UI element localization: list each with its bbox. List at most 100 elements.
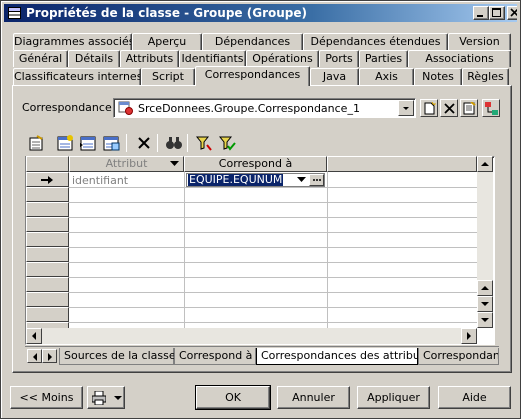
grid-line xyxy=(69,247,477,248)
new-mapping-button[interactable] xyxy=(420,99,438,117)
minimize-button[interactable] xyxy=(473,6,489,20)
ellipsis-icon xyxy=(312,179,321,181)
tab-associated-diagrams[interactable]: Diagrammes associés xyxy=(13,33,132,50)
row-header[interactable] xyxy=(26,307,69,322)
mapping-value: SrceDonnees.Groupe.Correspondance_1 xyxy=(138,102,360,115)
toolbar-separator xyxy=(187,134,188,152)
column-header-empty xyxy=(327,156,477,172)
properties-icon[interactable] xyxy=(27,134,45,152)
tab-extended-dependencies[interactable]: Dépendances étendues xyxy=(303,33,448,50)
scroll-right-button[interactable] xyxy=(461,328,477,344)
tab-operations[interactable]: Opérations xyxy=(246,50,319,67)
subtab-mappings-truncated[interactable]: Correspondanc xyxy=(418,348,499,365)
printer-icon xyxy=(92,391,106,405)
tab-details[interactable]: Détails xyxy=(68,50,120,67)
subtab-maps-to[interactable]: Correspond à xyxy=(174,348,256,365)
tab-identifiers[interactable]: Identifiants xyxy=(179,50,246,67)
row-header[interactable] xyxy=(26,232,69,247)
title-bar: Propriétés de la classe - Groupe (Groupe… xyxy=(4,4,517,22)
class-icon xyxy=(8,7,21,19)
chevron-down-icon[interactable] xyxy=(297,177,306,183)
close-button[interactable] xyxy=(507,6,517,20)
scroll-left-button[interactable] xyxy=(26,328,42,344)
subtab-attribute-mappings[interactable]: Correspondances des attributs xyxy=(256,348,430,365)
subtab-class-sources[interactable]: Sources de la classe xyxy=(59,348,176,365)
tab-ports[interactable]: Ports xyxy=(319,50,359,67)
row-header[interactable] xyxy=(26,292,69,307)
ok-button[interactable]: OK xyxy=(195,385,271,410)
mapping-dropdown-button[interactable] xyxy=(398,100,414,116)
row-header-selected[interactable] xyxy=(26,172,69,187)
arrow-right-icon xyxy=(48,353,52,361)
cancel-button[interactable]: Annuler xyxy=(277,386,350,409)
tab-attributes[interactable]: Attributs xyxy=(120,50,179,67)
row-header[interactable] xyxy=(26,277,69,292)
delete-icon[interactable] xyxy=(135,134,153,152)
insert-row-icon[interactable] xyxy=(79,134,97,152)
column-header-attribute[interactable]: Attribut xyxy=(69,156,184,172)
arrow-right-icon xyxy=(467,332,471,340)
mapping-label: Correspondance : xyxy=(22,101,119,114)
filter-apply-icon[interactable] xyxy=(218,134,236,152)
tab-inner-classifiers[interactable]: Classificateurs internes xyxy=(13,68,141,85)
ellipsis-button[interactable] xyxy=(309,174,324,186)
tab-associations[interactable]: Associations xyxy=(408,50,511,67)
mapping-editor-icon xyxy=(485,102,498,115)
grid-line xyxy=(69,217,477,218)
tab-java[interactable]: Java xyxy=(310,68,359,85)
tab-notes[interactable]: Notes xyxy=(414,68,462,85)
scroll-down-button-secondary[interactable] xyxy=(477,312,493,328)
tab-version[interactable]: Version xyxy=(448,33,511,50)
tab-rules[interactable]: Règles xyxy=(462,68,509,85)
scroll-down-button[interactable] xyxy=(477,296,493,312)
column-header-maps-to[interactable]: Correspond à xyxy=(184,156,327,172)
tab-script[interactable]: Script xyxy=(141,68,195,85)
grid-line xyxy=(69,187,477,188)
help-button[interactable]: Aide xyxy=(438,386,511,409)
chevron-down-icon xyxy=(114,396,122,400)
tab-general[interactable]: Général xyxy=(13,50,68,67)
mapping-select[interactable]: SrceDonnees.Groupe.Correspondance_1 xyxy=(113,98,416,118)
tab-scroll-left[interactable] xyxy=(27,349,42,363)
tab-scroll-right[interactable] xyxy=(42,349,57,363)
grid-body: Attribut Correspond à identifiant EQUIPE… xyxy=(26,156,477,328)
scroll-up-button-secondary[interactable] xyxy=(477,280,493,296)
new-icon xyxy=(424,102,436,115)
delete-mapping-button[interactable] xyxy=(440,99,458,117)
arrow-down-icon xyxy=(481,302,489,306)
apply-button[interactable]: Appliquer xyxy=(357,386,430,409)
tab-row-2: Général Détails Attributs Identifiants O… xyxy=(13,50,511,67)
row-header[interactable] xyxy=(26,217,69,232)
add-attributes-icon[interactable] xyxy=(102,134,120,152)
grid-line xyxy=(69,262,477,263)
tab-preview[interactable]: Aperçu xyxy=(132,33,202,50)
tab-mappings[interactable]: Correspondances xyxy=(195,66,310,86)
arrow-up-icon xyxy=(481,286,489,290)
mapping-properties-button[interactable] xyxy=(460,99,478,117)
tab-dependencies[interactable]: Dépendances xyxy=(202,33,303,50)
scroll-up-button[interactable] xyxy=(477,156,493,172)
filter-icon[interactable] xyxy=(195,134,213,152)
tab-parts[interactable]: Parties xyxy=(359,50,408,67)
cell-maps-to-value: EQUIPE.EQUNUM xyxy=(188,173,284,186)
horizontal-scrollbar[interactable] xyxy=(26,328,477,344)
close-icon xyxy=(510,8,517,17)
tab-row-1: Diagrammes associés Aperçu Dépendances D… xyxy=(13,33,511,50)
row-header[interactable] xyxy=(26,187,69,202)
tab-axis[interactable]: Axis xyxy=(359,68,414,85)
print-menu-button[interactable] xyxy=(87,386,125,409)
cell-maps-to-editor[interactable]: EQUIPE.EQUNUM xyxy=(186,173,325,187)
row-header[interactable] xyxy=(26,247,69,262)
grid-line xyxy=(69,232,477,233)
vertical-scrollbar[interactable] xyxy=(477,156,493,328)
column-header-attribute-label: Attribut xyxy=(105,157,148,170)
find-icon[interactable] xyxy=(165,134,183,152)
row-header[interactable] xyxy=(26,202,69,217)
grid-toolbar xyxy=(25,130,495,156)
add-row-icon[interactable] xyxy=(56,134,74,152)
maximize-button[interactable] xyxy=(489,6,505,20)
less-button[interactable]: << Moins xyxy=(10,386,83,409)
mapping-editor-button[interactable] xyxy=(482,99,500,117)
corner-header xyxy=(26,156,69,172)
row-header[interactable] xyxy=(26,262,69,277)
